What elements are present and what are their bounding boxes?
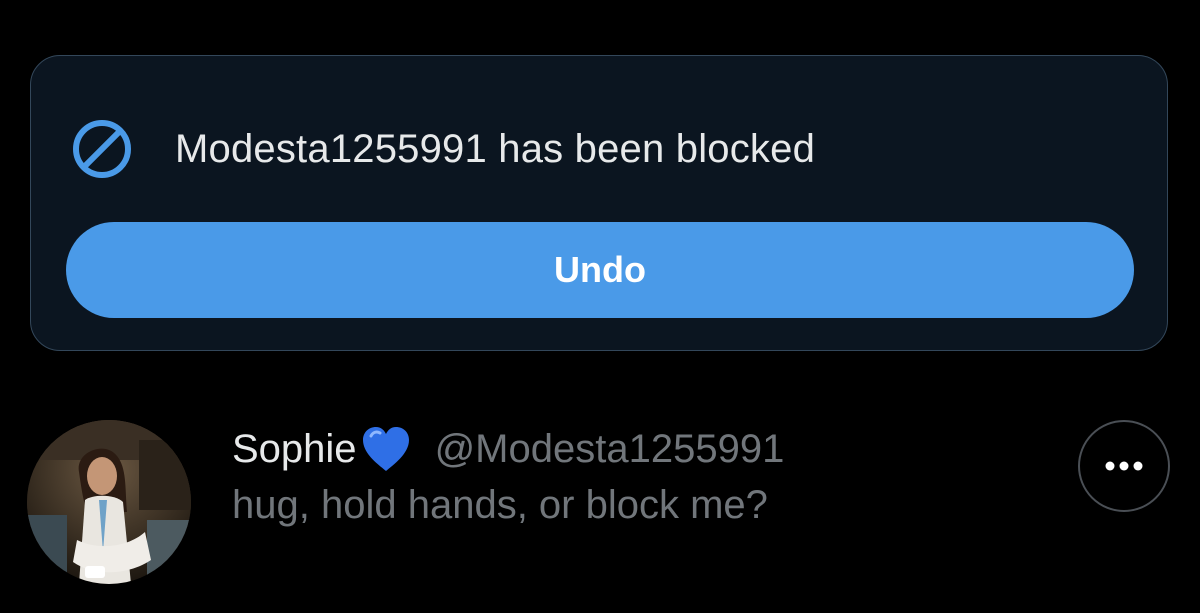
block-notice-message: Modesta1255991 has been blocked <box>175 127 816 171</box>
avatar[interactable] <box>27 420 191 584</box>
avatar-photo <box>27 420 191 584</box>
blue-heart-icon <box>362 427 409 471</box>
more-icon <box>1105 461 1143 471</box>
undo-button[interactable]: Undo <box>66 222 1134 318</box>
tweet-text: hug, hold hands, or block me? <box>232 483 768 527</box>
block-notice-row: Modesta1255991 has been blocked <box>71 118 815 180</box>
block-notice-card: Modesta1255991 has been blocked Undo <box>30 55 1168 351</box>
more-options-button[interactable] <box>1078 420 1170 512</box>
tweet-header: Sophie @Modesta1255991 <box>232 424 784 474</box>
block-icon <box>73 120 131 178</box>
display-name[interactable]: Sophie <box>232 425 357 473</box>
screen: Modesta1255991 has been blocked Undo Sop… <box>0 0 1200 613</box>
username-handle[interactable]: @Modesta1255991 <box>435 425 785 473</box>
